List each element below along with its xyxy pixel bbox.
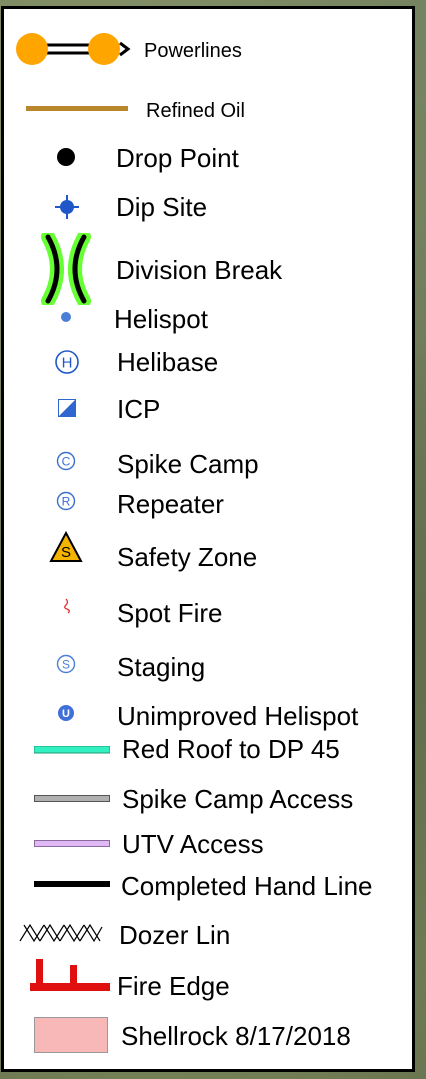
legend-label-utv-access: UTV Access <box>122 829 264 859</box>
legend-label-shellrock: Shellrock 8/17/2018 <box>121 1021 351 1051</box>
circled-r-icon: R <box>56 491 76 511</box>
legend-label-staging: Staging <box>117 652 206 682</box>
legend-label-helibase: Helibase <box>117 347 219 377</box>
oil-line-symbol <box>26 106 128 112</box>
svg-text:U: U <box>62 708 70 720</box>
gray-line-symbol <box>34 795 110 803</box>
lavender-line-symbol <box>34 840 110 848</box>
map-legend: Powerlines Refined Oil Drop Point Dip Si… <box>1 6 415 1072</box>
legend-label-division-break: Division Break <box>116 255 283 285</box>
legend-label-powerlines: Powerlines <box>144 40 242 62</box>
black-line-symbol <box>34 881 110 889</box>
legend-label-completed-hand-line: Completed Hand Line <box>121 871 373 901</box>
svg-text:S: S <box>61 544 71 561</box>
unimproved-helispot-icon: U <box>57 704 75 722</box>
legend-label-safety-zone: Safety Zone <box>117 542 258 572</box>
circled-s-icon: S <box>56 654 76 674</box>
legend-label-spike-camp-access: Spike Camp Access <box>122 784 354 814</box>
svg-text:C: C <box>62 455 71 469</box>
legend-label-refined-oil: Refined Oil <box>146 100 245 122</box>
fire-edge-symbol <box>30 959 112 993</box>
spot-fire-icon <box>60 597 74 615</box>
legend-label-dip-site: Dip Site <box>116 192 208 222</box>
legend-label-unimproved-helispot: Unimproved Helispot <box>117 701 359 731</box>
legend-label-helispot: Helispot <box>114 304 208 334</box>
circled-c-icon: C <box>56 451 76 471</box>
legend-label-spot-fire: Spot Fire <box>117 598 223 628</box>
powerline-symbol <box>12 29 132 69</box>
small-blue-dot-icon <box>60 311 72 323</box>
blue-diamond-icon <box>54 194 80 220</box>
black-dot-icon <box>56 147 76 167</box>
dozer-line-symbol <box>18 923 104 943</box>
legend-label-red-roof-to-dp-45: Red Roof to DP 45 <box>122 734 340 764</box>
circled-h-icon: H <box>54 349 80 375</box>
teal-line-symbol <box>34 746 110 754</box>
icp-triangle-square-icon <box>58 399 76 417</box>
division-break-icon <box>40 233 92 305</box>
safety-zone-triangle-icon: S <box>49 531 83 563</box>
pink-area-swatch <box>34 1017 108 1053</box>
legend-label-drop-point: Drop Point <box>116 143 239 173</box>
legend-label-fire-edge: Fire Edge <box>117 971 230 1001</box>
legend-label-icp: ICP <box>117 394 161 424</box>
legend-label-spike-camp: Spike Camp <box>117 449 259 479</box>
legend-label-repeater: Repeater <box>117 489 224 519</box>
svg-text:H: H <box>62 355 73 372</box>
svg-text:R: R <box>62 495 71 509</box>
legend-label-dozer-lin: Dozer Lin <box>119 920 231 950</box>
svg-text:S: S <box>62 658 70 672</box>
